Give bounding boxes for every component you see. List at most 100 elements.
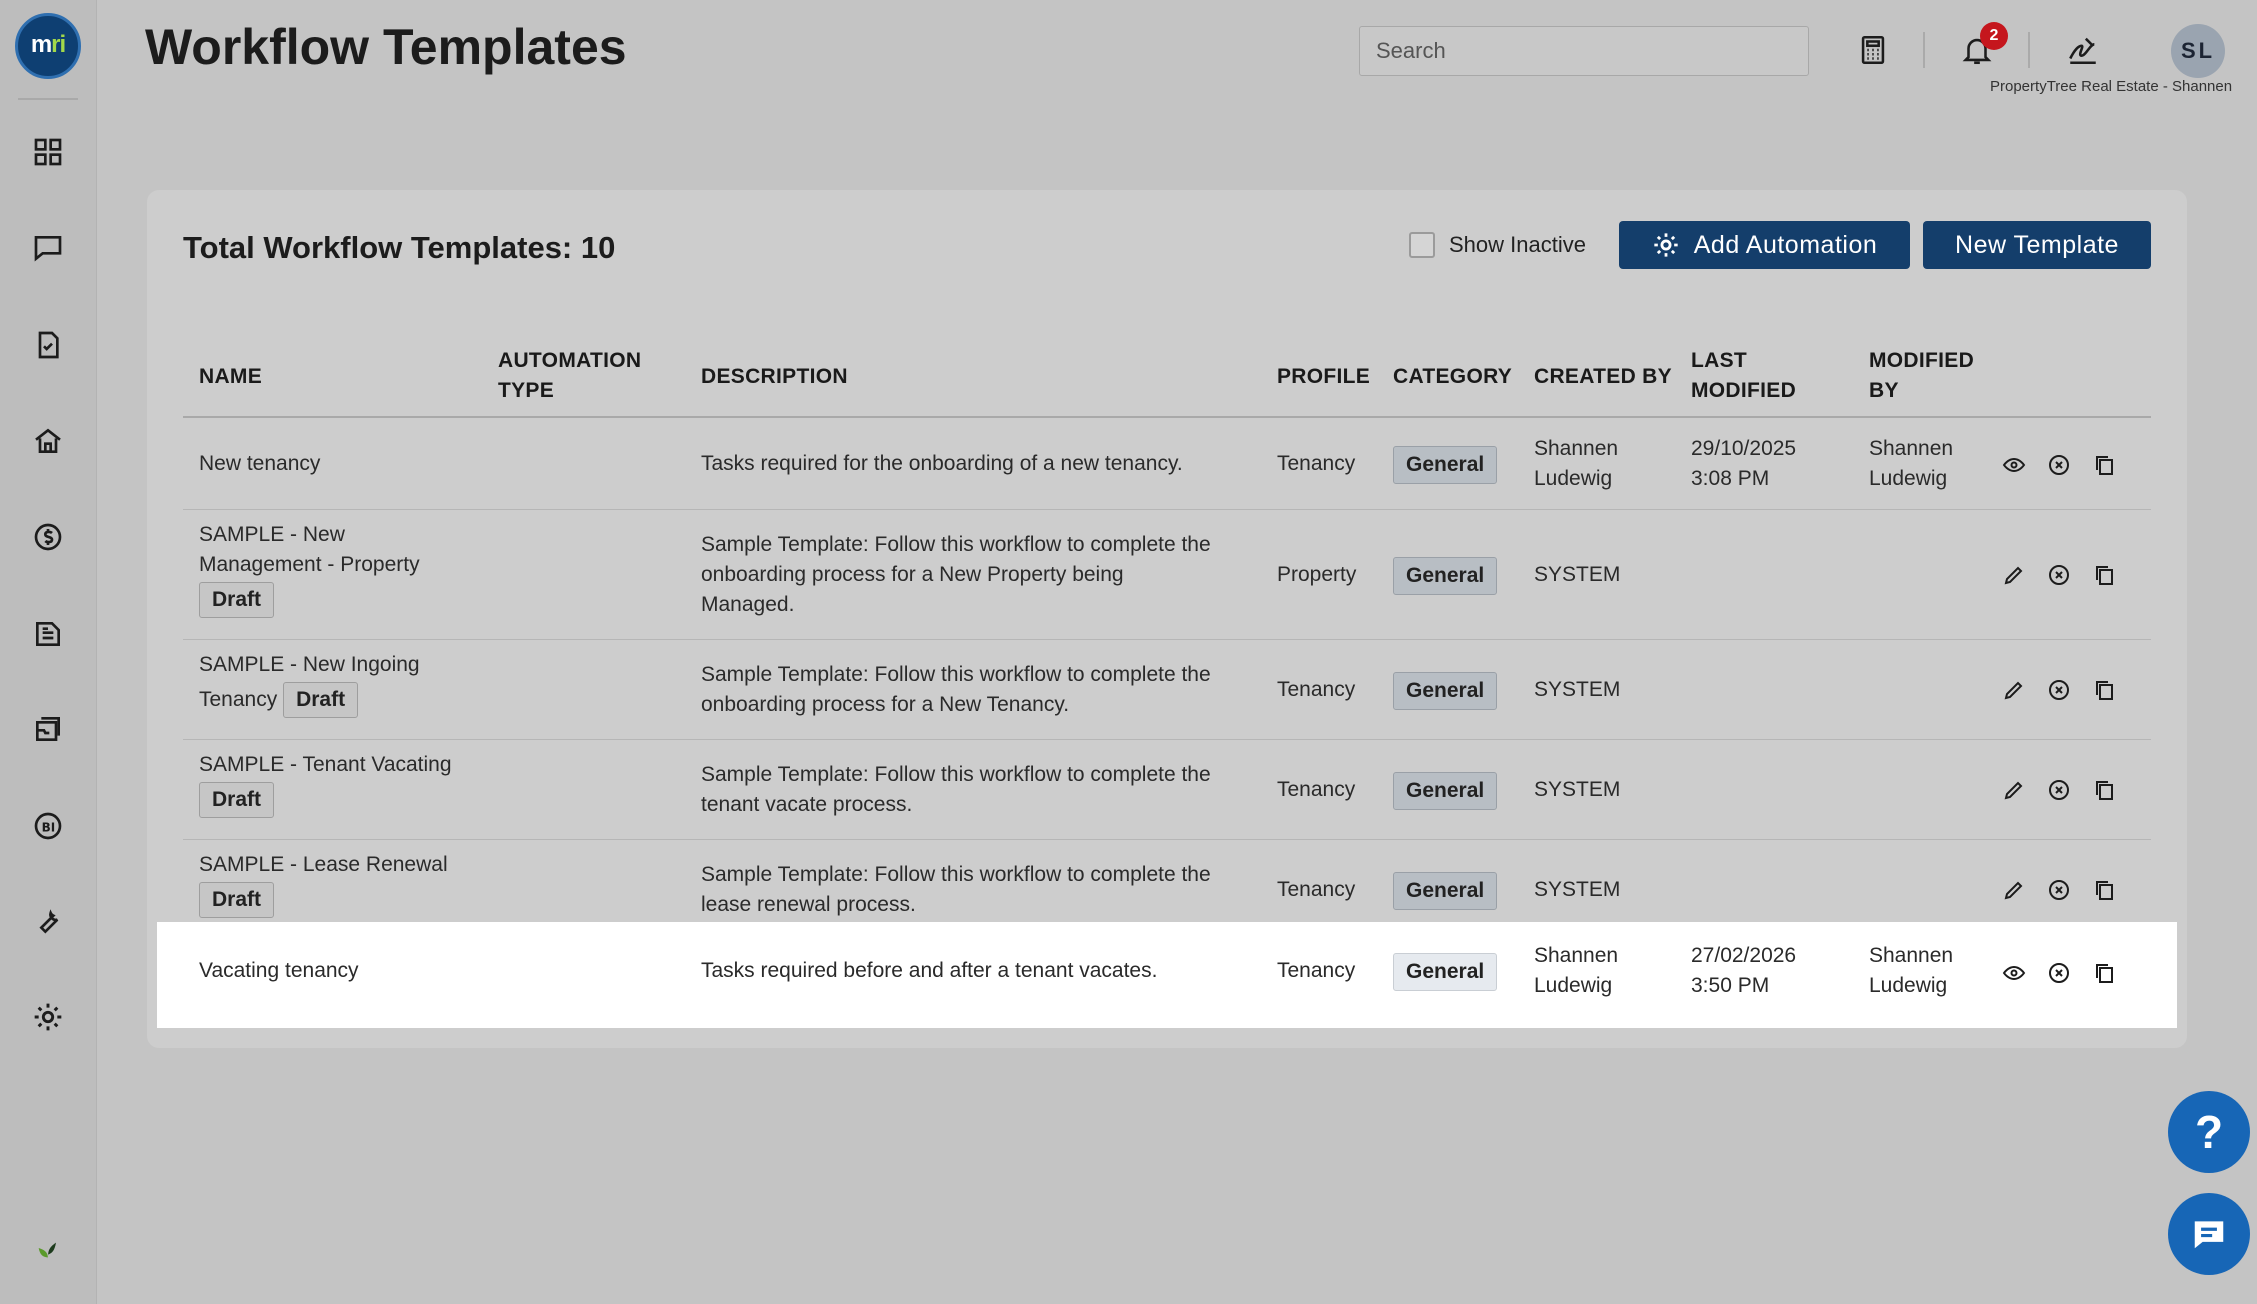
row-created-by: Shannen Ludewig <box>1534 944 1619 997</box>
plant-icon[interactable] <box>28 1228 68 1268</box>
deactivate-icon[interactable] <box>2043 774 2075 806</box>
row-category: General <box>1393 557 1498 595</box>
copy-icon[interactable] <box>2088 674 2120 706</box>
col-category[interactable]: CATEGORY <box>1393 362 1512 392</box>
gear-icon <box>1654 233 1678 257</box>
document-icon[interactable] <box>28 614 68 654</box>
bi-icon[interactable]: BI <box>28 806 68 846</box>
row-category: General <box>1393 672 1498 710</box>
row-category: General <box>1393 772 1498 810</box>
row-profile: Tenancy <box>1277 452 1356 475</box>
tools-icon[interactable] <box>28 901 68 941</box>
deactivate-icon[interactable] <box>2043 674 2075 706</box>
col-last-modified-line1: LAST <box>1691 349 1748 372</box>
edit-icon[interactable] <box>1998 674 2030 706</box>
row-category: General <box>1393 872 1498 910</box>
table-row[interactable]: New tenancy Tasks required for the onboa… <box>183 420 2151 510</box>
edit-icon[interactable] <box>1998 559 2030 591</box>
row-last-modified: 29/10/2025 3:08 PM <box>1691 437 1797 490</box>
deactivate-icon[interactable] <box>2043 449 2075 481</box>
row-created-by: SYSTEM <box>1534 778 1621 801</box>
sidebar: mri BI <box>0 0 97 1304</box>
category-badge: General <box>1393 672 1498 710</box>
row-profile: Property <box>1277 563 1357 586</box>
copy-icon[interactable] <box>2088 449 2120 481</box>
row-description: Sample Template: Follow this workflow to… <box>701 533 1211 616</box>
col-modified-by-line1: MODIFIED <box>1869 349 1975 372</box>
col-modified-by[interactable]: MODIFIED BY <box>1869 346 1974 406</box>
task-icon[interactable] <box>28 325 68 365</box>
row-description: Sample Template: Follow this workflow to… <box>701 863 1211 916</box>
copy-icon[interactable] <box>2088 957 2120 989</box>
table-row[interactable]: SAMPLE - New Management - Property Draft S… <box>183 510 2151 640</box>
row-created-by: SYSTEM <box>1534 678 1621 701</box>
settings-icon[interactable] <box>28 997 68 1037</box>
chat-button[interactable] <box>2168 1193 2250 1275</box>
col-last-modified[interactable]: LAST MODIFIED <box>1691 346 1796 406</box>
svg-text:BI: BI <box>42 820 56 834</box>
page-title: Workflow Templates <box>145 19 627 75</box>
copy-icon[interactable] <box>2088 774 2120 806</box>
show-inactive-toggle[interactable]: Show Inactive <box>1409 232 1586 258</box>
user-avatar[interactable]: SL <box>2171 24 2225 78</box>
draft-badge: Draft <box>283 682 359 718</box>
money-icon[interactable] <box>28 517 68 557</box>
help-button[interactable]: ? <box>2168 1091 2250 1173</box>
col-description[interactable]: DESCRIPTION <box>701 362 848 392</box>
category-badge: General <box>1393 772 1498 810</box>
dashboard-icon[interactable] <box>28 132 68 172</box>
add-automation-button[interactable]: Add Automation <box>1619 221 1910 269</box>
templates-card: Total Workflow Templates: 10 Show Inacti… <box>147 190 2187 1048</box>
row-name: New tenancy <box>199 452 321 475</box>
copy-icon[interactable] <box>2088 559 2120 591</box>
edit-icon[interactable] <box>1998 874 2030 906</box>
header-separator <box>1923 32 1925 68</box>
col-created-by[interactable]: CREATED BY <box>1534 362 1672 392</box>
view-icon[interactable] <box>1998 957 2030 989</box>
row-description: Sample Template: Follow this workflow to… <box>701 663 1211 716</box>
edit-icon[interactable] <box>1998 774 2030 806</box>
new-template-button[interactable]: New Template <box>1923 221 2151 269</box>
row-modified-by: Shannen Ludewig <box>1869 437 1954 490</box>
add-automation-label: Add Automation <box>1693 230 1878 259</box>
col-profile[interactable]: PROFILE <box>1277 362 1370 392</box>
mri-logo[interactable]: mri <box>15 13 81 79</box>
show-inactive-label: Show Inactive <box>1449 232 1586 257</box>
row-name: SAMPLE - Lease Renewal Draft <box>199 850 489 918</box>
property-icon[interactable] <box>28 421 68 461</box>
row-profile: Tenancy <box>1277 878 1356 901</box>
copy-icon[interactable] <box>2088 874 2120 906</box>
col-modified-by-line2: BY <box>1869 379 1899 402</box>
signature-icon[interactable] <box>2061 28 2105 72</box>
table-row[interactable]: SAMPLE - New Ingoing Tenancy Draft Sample… <box>183 640 2151 740</box>
row-last-modified: 27/02/2026 3:50 PM <box>1691 944 1797 997</box>
category-badge: General <box>1393 557 1498 595</box>
table-row[interactable]: Vacating tenancy Tasks required before a… <box>157 922 2177 1028</box>
table-row[interactable]: SAMPLE - Tenant Vacating Draft Sample Tem… <box>183 740 2151 840</box>
inbox-icon[interactable] <box>28 709 68 749</box>
row-created-by: SYSTEM <box>1534 563 1621 586</box>
row-created-by: Shannen Ludewig <box>1534 437 1619 490</box>
row-description: Tasks required for the onboarding of a n… <box>701 452 1183 475</box>
row-name: SAMPLE - New Management - Property Draft <box>199 520 489 618</box>
row-name: SAMPLE - Tenant Vacating Draft <box>199 750 489 818</box>
chat-icon[interactable] <box>28 228 68 268</box>
deactivate-icon[interactable] <box>2043 874 2075 906</box>
show-inactive-checkbox[interactable] <box>1409 232 1435 258</box>
total-templates-title: Total Workflow Templates: 10 <box>183 230 616 265</box>
draft-badge: Draft <box>199 582 275 618</box>
sidebar-divider <box>18 98 78 100</box>
calculator-icon[interactable] <box>1851 28 1895 72</box>
search-input[interactable] <box>1359 26 1809 76</box>
category-badge: General <box>1393 872 1498 910</box>
draft-badge: Draft <box>199 782 275 818</box>
col-name[interactable]: NAME <box>199 362 262 392</box>
col-last-modified-line2: MODIFIED <box>1691 379 1797 402</box>
deactivate-icon[interactable] <box>2043 559 2075 591</box>
row-profile: Tenancy <box>1277 959 1356 982</box>
col-automation-type[interactable]: AUTOMATION TYPE <box>498 346 641 406</box>
table-header: NAME AUTOMATION TYPE DESCRIPTION PROFILE… <box>183 328 2151 418</box>
deactivate-icon[interactable] <box>2043 957 2075 989</box>
row-profile: Tenancy <box>1277 678 1356 701</box>
view-icon[interactable] <box>1998 449 2030 481</box>
